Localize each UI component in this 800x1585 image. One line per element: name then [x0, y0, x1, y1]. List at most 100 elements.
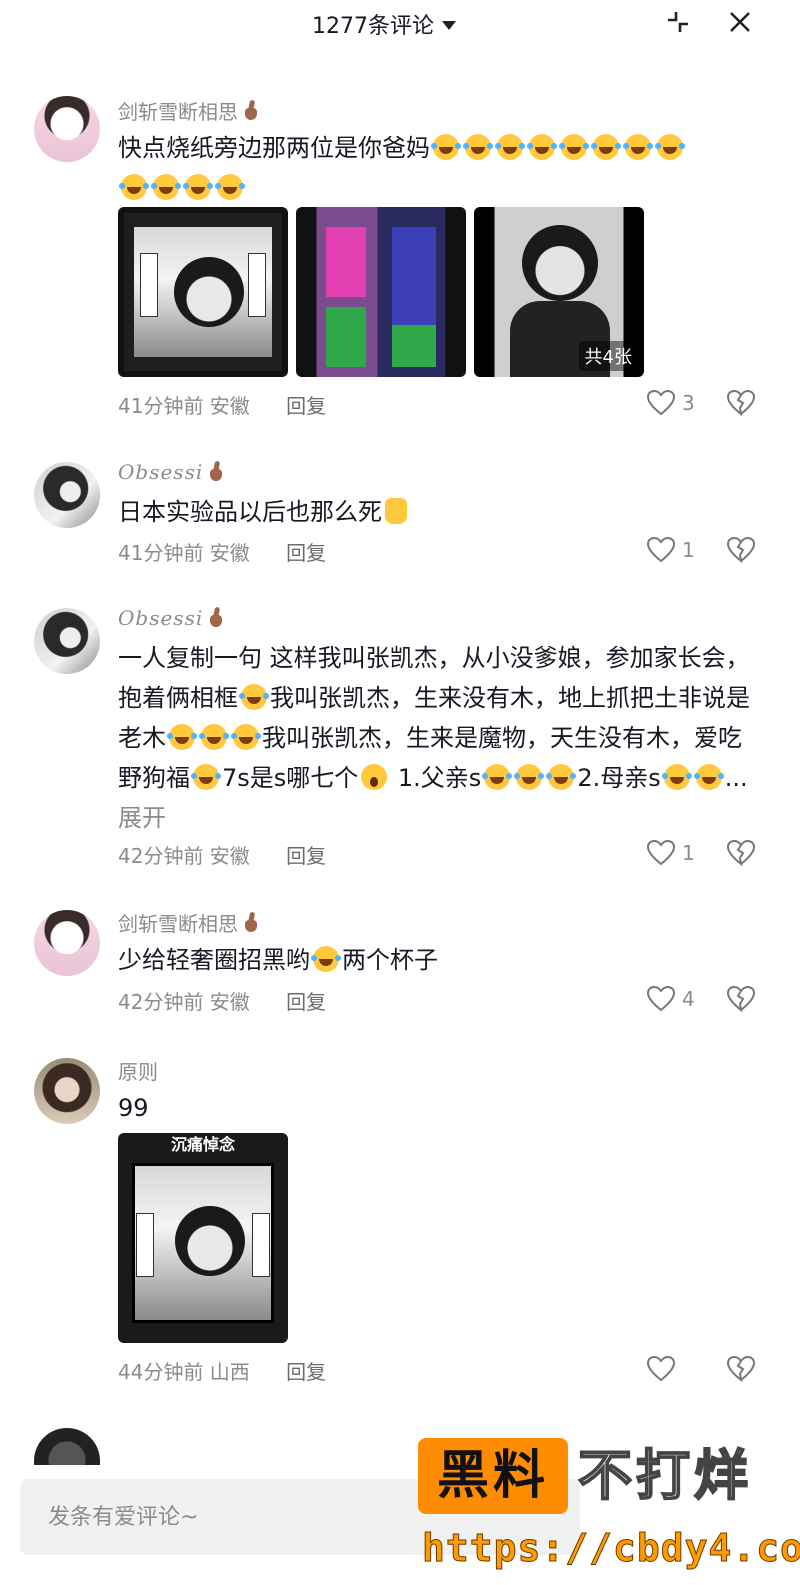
crossed-fingers-icon — [242, 100, 260, 122]
laughing-emoji-icon — [559, 134, 589, 160]
like-count: 1 — [682, 841, 695, 865]
watermark-logo-text: 不打烊 — [577, 1443, 752, 1508]
laughing-emoji-icon — [199, 724, 229, 750]
laughing-emoji-icon — [693, 764, 724, 790]
laughing-emoji-icon — [311, 946, 341, 972]
comment-text: 少给轻奢圈招黑哟 两个杯子 — [118, 946, 438, 974]
laughing-emoji-icon — [623, 134, 653, 160]
comment-text: 日本实验品以后也那么死 — [118, 492, 758, 532]
image-caption: 沉痛悼念 — [170, 1135, 235, 1154]
laughing-emoji-icon — [151, 174, 181, 200]
reply-button[interactable]: 回复 — [286, 394, 326, 418]
comment-time-location: 44分钟前 山西 — [118, 1360, 250, 1384]
like-count: 3 — [682, 391, 695, 415]
thumbs-up-emoji-icon — [385, 498, 407, 524]
like-button[interactable]: 3 — [646, 389, 695, 417]
crossed-fingers-icon — [242, 912, 260, 934]
collapse-icon[interactable] — [664, 8, 692, 36]
comment-count-dropdown[interactable]: 1277条评论 — [312, 8, 456, 40]
laughing-emoji-icon — [239, 684, 269, 710]
reply-button[interactable]: 回复 — [286, 844, 326, 868]
screaming-emoji-icon — [361, 764, 388, 790]
image-count-badge: 共4张 — [578, 341, 638, 371]
caret-down-icon — [442, 20, 456, 30]
comment-image[interactable] — [118, 207, 288, 377]
comment-meta: 44分钟前 山西 回复 — [118, 1356, 326, 1385]
like-count: 4 — [682, 987, 695, 1011]
like-button[interactable] — [646, 1355, 676, 1383]
avatar[interactable] — [34, 1428, 100, 1468]
laughing-emoji-icon — [495, 134, 525, 160]
dislike-button[interactable] — [726, 389, 756, 417]
avatar[interactable] — [34, 608, 100, 674]
laughing-emoji-icon — [655, 134, 685, 160]
comment-time-location: 42分钟前 安徽 — [118, 990, 250, 1014]
comment-meta: 42分钟前 安徽 回复 — [118, 986, 326, 1015]
comment-time-location: 41分钟前 安徽 — [118, 394, 250, 418]
comment-time-location: 42分钟前 安徽 — [118, 844, 250, 868]
avatar[interactable] — [34, 1058, 100, 1124]
like-count: 1 — [682, 538, 695, 562]
laughing-emoji-icon — [482, 764, 513, 790]
comment-image[interactable] — [296, 207, 466, 377]
watermark: 黑料 不打烊 https://cbdy4.com — [418, 1434, 800, 1584]
dislike-button[interactable] — [726, 536, 756, 564]
crossed-fingers-icon — [207, 461, 225, 483]
laughing-emoji-icon — [591, 134, 621, 160]
comment-meta: 41分钟前 安徽 回复 — [118, 537, 326, 566]
watermark-url: https://cbdy4.com — [422, 1526, 800, 1571]
watermark-logo-box: 黑料 — [418, 1438, 568, 1514]
like-button[interactable]: 1 — [646, 536, 695, 564]
reply-button[interactable]: 回复 — [286, 990, 326, 1014]
dislike-button[interactable] — [726, 1355, 756, 1383]
comment-meta: 41分钟前 安徽 回复 — [118, 390, 326, 419]
broken-heart-icon — [726, 985, 756, 1013]
expand-link[interactable]: 展开 — [118, 804, 166, 832]
laughing-emoji-icon — [514, 764, 545, 790]
reply-button[interactable]: 回复 — [286, 541, 326, 565]
comment-meta: 42分钟前 安徽 回复 — [118, 840, 326, 869]
laughing-emoji-icon — [527, 134, 557, 160]
laughing-emoji-icon — [215, 174, 245, 200]
laughing-emoji-icon — [463, 134, 493, 160]
broken-heart-icon — [726, 389, 756, 417]
broken-heart-icon — [726, 839, 756, 867]
comment-time-location: 41分钟前 安徽 — [118, 541, 250, 565]
heart-icon — [646, 839, 676, 866]
laughing-emoji-icon — [167, 724, 197, 750]
crossed-fingers-icon — [207, 607, 225, 629]
comments-header: 1277条评论 — [0, 0, 800, 48]
comment-username[interactable]: 剑斩雪断相思 — [118, 96, 260, 125]
broken-heart-icon — [726, 536, 756, 564]
comment-text: 99 — [118, 1094, 149, 1122]
comment-text: 快点烧纸旁边那两位是你爸妈 — [118, 128, 758, 208]
comment-images: 沉痛悼念 — [118, 1133, 288, 1343]
comment-image[interactable]: 共4张 — [474, 207, 644, 377]
heart-icon — [646, 1355, 676, 1382]
heart-icon — [646, 536, 676, 563]
comment-username[interactable]: 原则 — [118, 1056, 158, 1085]
reply-button[interactable]: 回复 — [286, 1360, 326, 1384]
laughing-emoji-icon — [183, 174, 213, 200]
dislike-button[interactable] — [726, 839, 756, 867]
close-icon[interactable] — [726, 8, 754, 36]
laughing-emoji-icon — [231, 724, 261, 750]
heart-icon — [646, 985, 676, 1012]
laughing-emoji-icon — [661, 764, 692, 790]
avatar[interactable] — [34, 910, 100, 976]
laughing-emoji-icon — [431, 134, 461, 160]
avatar[interactable] — [34, 462, 100, 528]
laughing-emoji-icon — [546, 764, 577, 790]
comment-image[interactable]: 沉痛悼念 — [118, 1133, 288, 1343]
like-button[interactable]: 1 — [646, 839, 695, 867]
dislike-button[interactable] — [726, 985, 756, 1013]
broken-heart-icon — [726, 1355, 756, 1383]
laughing-emoji-icon — [119, 174, 149, 200]
comment-text: 一人复制一句 这样我叫张凯杰，从小没爹娘，参加家长会，抱着俩相框 我叫张凯杰，生来… — [118, 644, 750, 832]
avatar[interactable] — [34, 96, 100, 162]
comment-username[interactable]: Obsessi — [118, 606, 225, 630]
comment-username[interactable]: 剑斩雪断相思 — [118, 908, 260, 937]
comment-username[interactable]: Obsessi — [118, 460, 225, 484]
comment-count-title: 1277条评论 — [312, 14, 434, 39]
like-button[interactable]: 4 — [646, 985, 695, 1013]
